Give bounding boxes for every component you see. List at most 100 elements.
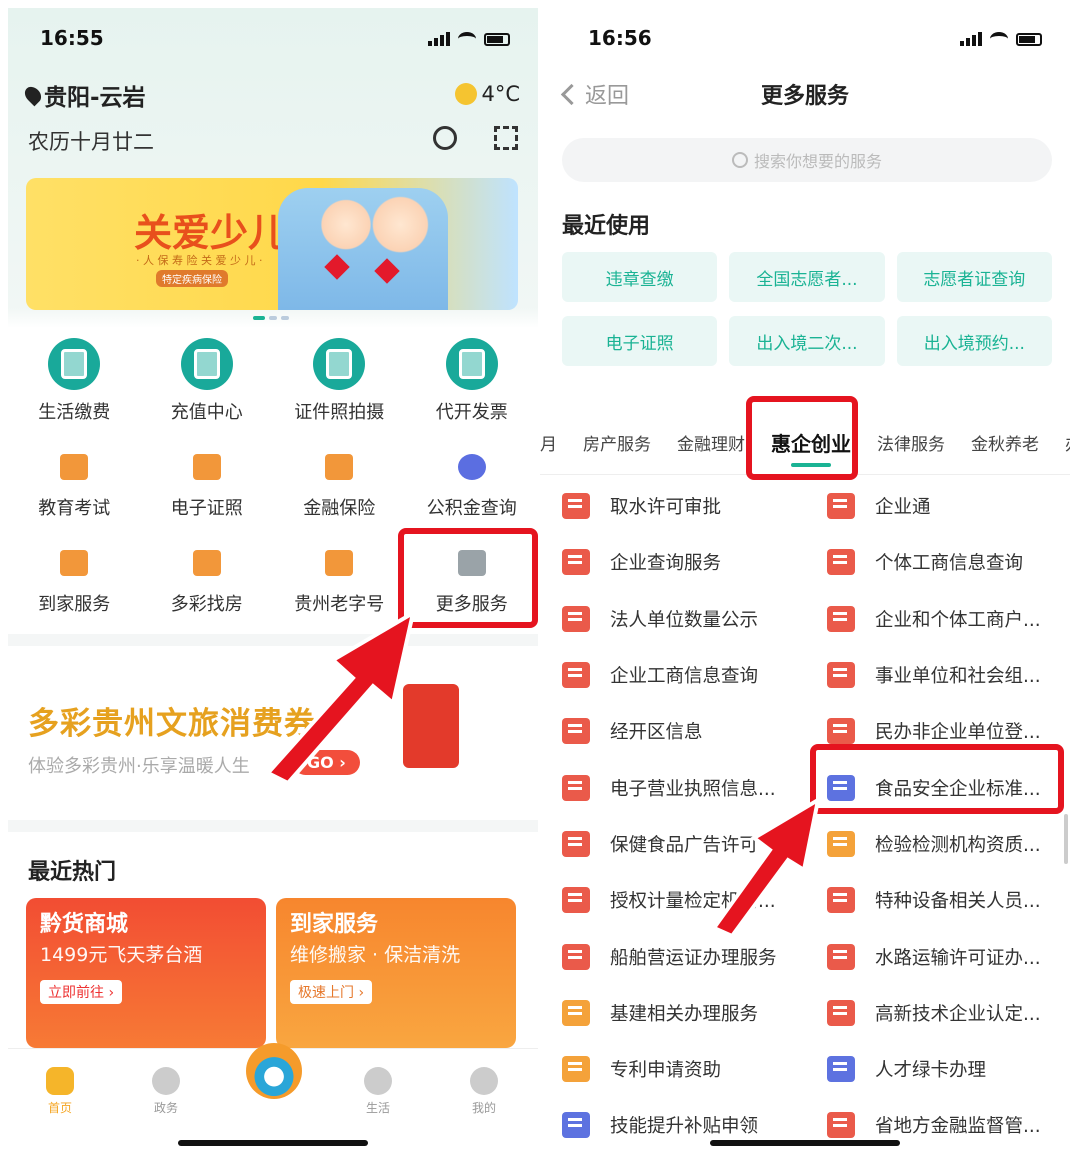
recent-item[interactable]: 志愿者证查询 [896,252,1052,302]
service-label: 贵州老字号 [294,594,385,615]
id-card-icon [190,450,224,484]
service-item[interactable]: 企业通 [805,478,1070,534]
service-item[interactable]: 船舶营运证办理服务 [540,928,805,984]
tab-life[interactable]: 生活 [348,1067,408,1116]
tab-1[interactable]: 房产服务 [583,430,651,455]
status-time: 16:56 [588,26,652,50]
house-icon [190,546,224,580]
service-list: 取水许可审批 企业通企业查询服务 个体工商信息查询 法人单位数量公示 企业和个体工商户.… [540,478,1070,1154]
search-icon[interactable] [433,126,457,150]
service-shop-sign[interactable]: 贵州老字号 [273,538,406,616]
recent-item[interactable]: 电子证照 [562,316,718,366]
recent-used-heading: 最近使用 [562,214,651,239]
service-label: 企业通 [875,497,931,519]
section-divider [8,634,538,646]
signal-icon [960,32,982,46]
service-label: 金融保险 [303,498,376,519]
tab-4[interactable]: 法律服务 [877,430,945,455]
service-item[interactable]: 取水许可审批 [540,478,805,534]
service-item[interactable]: 企业查询服务 [540,534,805,590]
tab-government[interactable]: 政务 [136,1067,196,1116]
tab-6[interactable]: 办 [1065,430,1070,455]
service-icon [827,493,855,520]
water-drop-icon [48,338,101,390]
children-photo [278,188,448,310]
service-broom[interactable]: 到家服务 [8,538,141,616]
service-item[interactable]: 授权计量检定机构... [540,872,805,928]
service-label: 电子证照 [170,498,243,519]
weather-widget[interactable]: 4°C [455,82,520,106]
service-item[interactable]: 专利申请资助 [540,1041,805,1097]
service-icon [827,1112,855,1139]
mascot-icon[interactable] [246,1043,302,1099]
service-fund-query[interactable]: 公积金查询 [406,442,539,520]
service-label: 水路运输许可证办... [875,947,1041,969]
service-house[interactable]: 多彩找房 [141,538,274,616]
recent-item[interactable]: 出入境二次... [729,316,885,366]
card-button[interactable]: 立即前往 › [40,980,123,1004]
promo-banner[interactable]: 关爱少儿 · 人 保 寿 险 关 爱 少 儿 · 特定疾病保险 [26,178,518,310]
qianhuo-mall-card[interactable]: 黔货商城 1499元飞天茅台酒 立即前往 › [26,898,266,1048]
scrollbar[interactable] [1064,814,1068,864]
service-label: 高新技术企业认定... [875,1003,1041,1025]
battery-icon [1016,32,1042,46]
promo-subtitle: 体验多彩贵州·乐享温暖人生 [28,756,250,777]
service-item[interactable]: 企业工商信息查询 [540,647,805,703]
search-input[interactable]: 搜索你想要的服务 [562,138,1052,182]
service-item[interactable]: 事业单位和社会组... [805,647,1070,703]
service-water-drop[interactable]: 生活缴费 [8,338,141,424]
tab-label: 首页 [47,1101,72,1115]
culture-tourism-coupon[interactable]: 多彩贵州文旅消费券 体验多彩贵州·乐享温暖人生 GO › [8,648,538,818]
tab-2[interactable]: 金融理财 [677,430,745,455]
service-graduation-cap[interactable]: 教育考试 [8,442,141,520]
status-icons [960,32,1042,46]
tab-5[interactable]: 金秋养老 [971,430,1039,455]
service-item[interactable]: 企业和个体工商户... [805,591,1070,647]
service-item[interactable]: 经开区信息 [540,703,805,759]
service-cart[interactable]: 金融保险 [273,442,406,520]
service-item[interactable]: 电子营业执照信息... [540,759,805,815]
broom-icon [57,546,91,580]
card-desc: 1499元飞天茅台酒 [40,944,203,966]
recent-item[interactable]: 违章查缴 [562,252,718,302]
service-icon [562,999,590,1026]
location-label: 贵阳-云岩 [44,85,146,111]
location-selector[interactable]: 贵阳-云岩 [21,78,146,112]
service-label: 企业和个体工商户... [875,609,1041,631]
invoice-icon [445,338,498,390]
home-indicator [178,1140,368,1146]
service-item[interactable]: 水路运输许可证办... [805,928,1070,984]
service-item[interactable]: 法人单位数量公示 [540,591,805,647]
service-label: 船舶营运证办理服务 [610,947,777,969]
home-service-card[interactable]: 到家服务 维修搬家 · 保洁清洗 极速上门 › [276,898,516,1048]
tab-mine[interactable]: 我的 [454,1067,514,1116]
service-item[interactable]: 个体工商信息查询 [805,534,1070,590]
service-label: 取水许可审批 [610,497,722,519]
service-item[interactable]: 特种设备相关人员... [805,872,1070,928]
card-button[interactable]: 极速上门 › [290,980,373,1004]
back-button[interactable]: 返回 [564,78,629,110]
service-item[interactable]: 基建相关办理服务 [540,985,805,1041]
service-label: 充值中心 [170,402,243,423]
tab-0[interactable]: 月 [540,430,557,455]
tab-home[interactable]: 首页 [30,1067,90,1116]
planet-icon [364,1067,392,1095]
service-invoice[interactable]: 代开发票 [406,338,539,424]
service-icon [827,887,855,914]
food-safety-highlight [810,744,1064,814]
go-button[interactable]: GO › [293,750,360,775]
scan-icon[interactable] [494,126,518,150]
service-item[interactable]: 保健食品广告许可 [540,816,805,872]
service-item[interactable]: 高新技术企业认定... [805,985,1070,1041]
recent-hot-heading: 最近热门 [28,860,117,885]
service-item[interactable]: 人才绿卡办理 [805,1041,1070,1097]
service-phone[interactable]: 充值中心 [141,338,274,424]
service-id-card[interactable]: 电子证照 [141,442,274,520]
service-label: 人才绿卡办理 [875,1060,987,1082]
service-label: 教育考试 [38,498,111,519]
recent-item[interactable]: 全国志愿者... [729,252,885,302]
service-camera[interactable]: 证件照拍摄 [273,338,406,424]
recent-item[interactable]: 出入境预约... [896,316,1052,366]
service-icon [562,774,590,801]
service-item[interactable]: 检验检测机构资质... [805,816,1070,872]
